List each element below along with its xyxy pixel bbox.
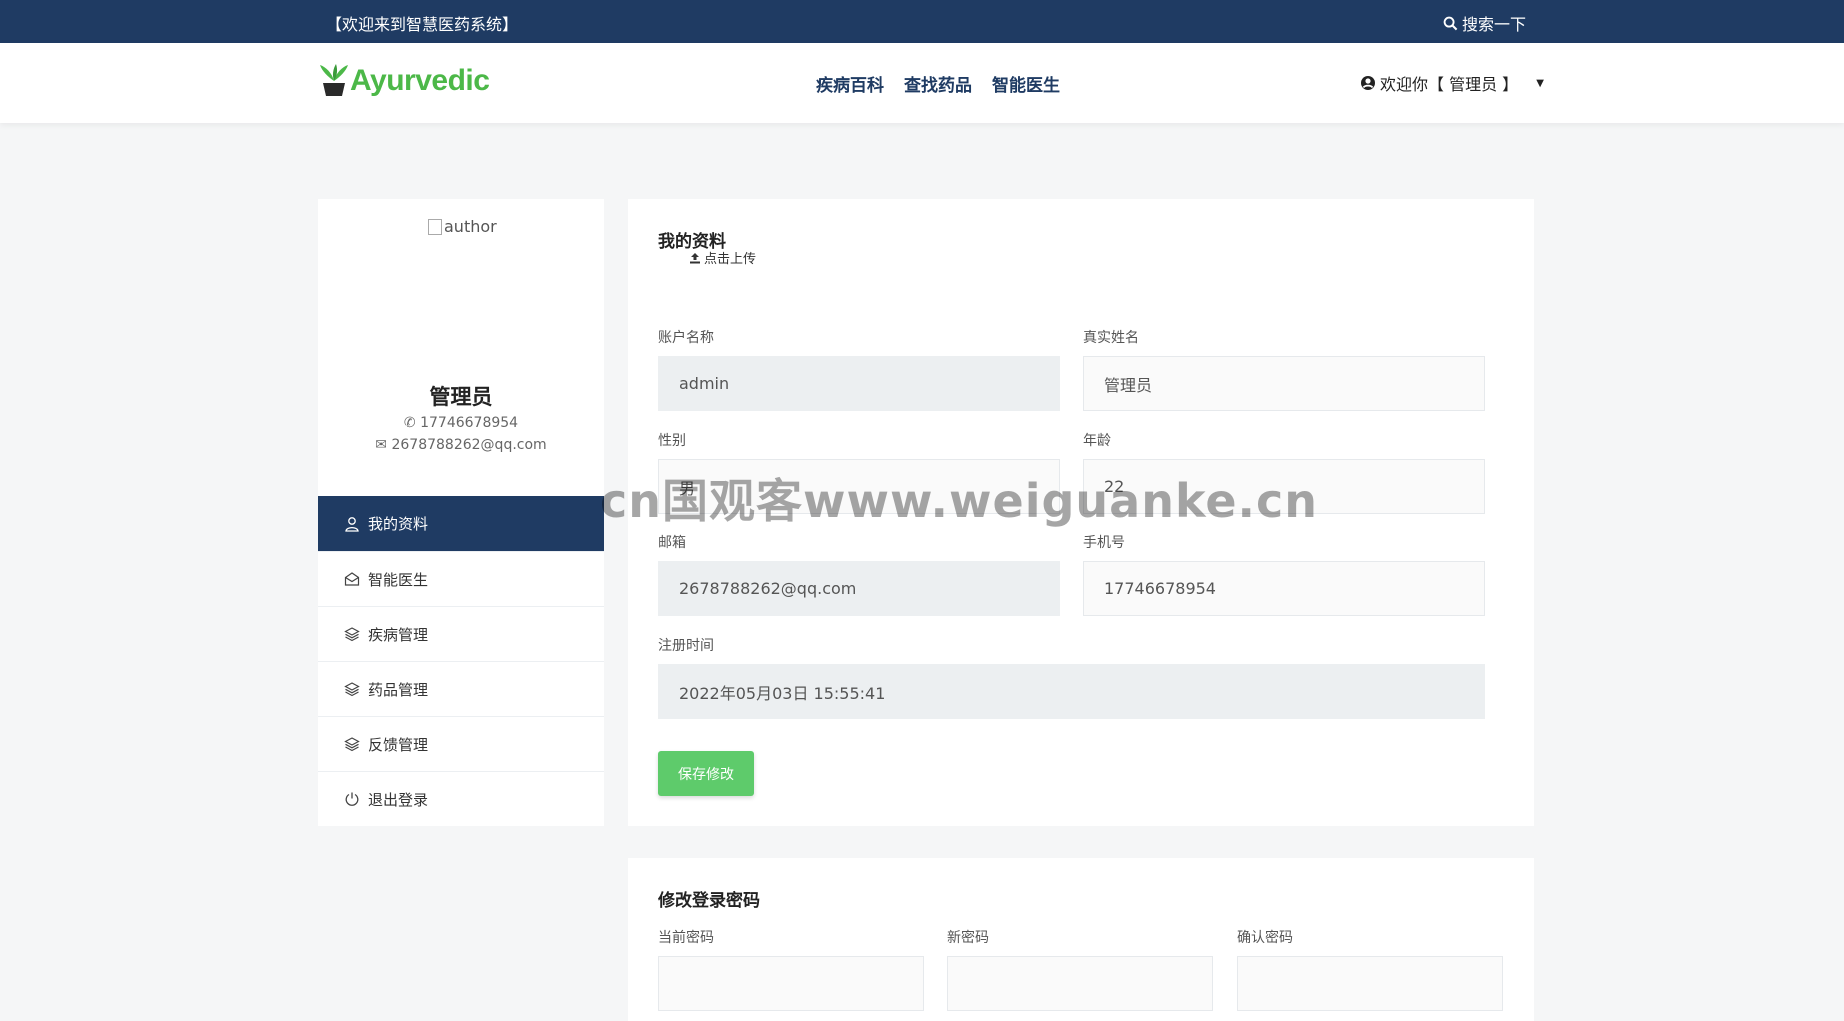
upload-icon [690, 252, 700, 263]
sidebar-item-drug-management[interactable]: 药品管理 [318, 661, 604, 716]
profile-summary: author 管理员 ✆ 17746678954 ✉ 2678788262@qq… [318, 199, 604, 496]
profile-phone-value: 17746678954 [420, 415, 519, 431]
profile-name: 管理员 [429, 385, 493, 409]
welcome-text: 【欢迎来到智慧医药系统】 [326, 15, 519, 34]
sidebar-item-label: 反馈管理 [368, 735, 429, 754]
top-bar: 【欢迎来到智慧医药系统】 搜索一下 [0, 0, 1844, 43]
sidebar: author 管理员 ✆ 17746678954 ✉ 2678788262@qq… [318, 199, 604, 826]
main-header: Ayurvedic 疾病百科 查找药品 智能医生 欢迎你【 管理员 】 ▼ [0, 43, 1844, 123]
upload-label: 点击上传 [704, 252, 757, 267]
sidebar-item-label: 我的资料 [368, 515, 429, 533]
user-circle-icon [1361, 76, 1375, 90]
main-nav: 疾病百科 查找药品 智能医生 [816, 71, 1060, 96]
phone-label: 手机号 [1083, 535, 1125, 551]
email-field: 2678788262@qq.com [658, 561, 1060, 616]
registered-label: 注册时间 [658, 638, 714, 654]
avatar-alt-text: author [444, 217, 497, 236]
search-icon [1443, 16, 1458, 30]
email-label: 邮箱 [658, 535, 686, 551]
confirm-password-field[interactable] [1237, 956, 1503, 1011]
sidebar-item-logout[interactable]: 退出登录 [318, 771, 604, 826]
new-password-label: 新密码 [947, 930, 989, 946]
broken-image-icon [428, 218, 442, 235]
logo[interactable]: Ayurvedic [318, 63, 490, 99]
sidebar-item-my-profile[interactable]: 我的资料 [318, 496, 604, 551]
gender-select[interactable]: 男 [658, 459, 1060, 514]
power-icon [345, 792, 359, 806]
sidebar-item-disease-management[interactable]: 疾病管理 [318, 606, 604, 661]
brand-name: Ayurvedic [350, 64, 490, 97]
age-label: 年龄 [1083, 433, 1111, 449]
save-button[interactable]: 保存修改 [658, 751, 754, 796]
registered-field: 2022年05月03日 15:55:41 [658, 664, 1485, 719]
new-password-field[interactable] [947, 956, 1213, 1011]
nav-disease-wiki[interactable]: 疾病百科 [816, 71, 884, 96]
sidebar-item-label: 退出登录 [368, 790, 429, 809]
realname-label: 真实姓名 [1083, 330, 1139, 346]
gender-label: 性别 [658, 433, 686, 449]
account-field: admin [658, 356, 1060, 411]
profile-form-card: 我的资料 点击上传 账户名称 admin 真实姓名 管理员 性别 男 年龄 22… [628, 199, 1534, 826]
profile-email-value: 2678788262@qq.com [391, 437, 547, 453]
profile-phone: ✆ 17746678954 [318, 415, 604, 431]
sidebar-item-label: 药品管理 [368, 680, 429, 699]
envelope-icon: ✉ [375, 437, 388, 453]
user-icon [345, 516, 359, 532]
account-label: 账户名称 [658, 330, 714, 346]
age-field[interactable]: 22 [1083, 459, 1485, 514]
phone-field[interactable]: 17746678954 [1083, 561, 1485, 616]
nav-find-drugs[interactable]: 查找药品 [904, 71, 972, 96]
sidebar-item-smart-doctor[interactable]: 智能医生 [318, 551, 604, 606]
phone-icon: ✆ [403, 415, 416, 431]
current-password-field[interactable] [658, 956, 924, 1011]
plant-pot-icon [320, 64, 348, 96]
search-link[interactable]: 搜索一下 [1443, 11, 1526, 35]
user-menu-label: 欢迎你【 管理员 】 [1380, 75, 1519, 94]
search-label: 搜索一下 [1461, 15, 1526, 34]
caret-down-icon: ▼ [1536, 77, 1544, 89]
avatar: author [428, 217, 497, 236]
user-menu-dropdown[interactable]: 欢迎你【 管理员 】 ▼ [1360, 71, 1544, 95]
sidebar-item-feedback-management[interactable]: 反馈管理 [318, 716, 604, 771]
layers-icon [344, 627, 360, 642]
current-password-label: 当前密码 [658, 930, 714, 946]
confirm-password-label: 确认密码 [1237, 930, 1293, 946]
realname-field[interactable]: 管理员 [1083, 356, 1485, 411]
upload-button[interactable]: 点击上传 [689, 248, 756, 267]
layers-icon [344, 682, 360, 697]
nav-smart-doctor[interactable]: 智能医生 [992, 71, 1060, 96]
sidebar-item-label: 智能医生 [368, 570, 429, 589]
password-form-title: 修改登录密码 [658, 891, 760, 911]
password-form-card: 修改登录密码 当前密码 新密码 确认密码 [628, 858, 1534, 1021]
envelope-open-icon [344, 572, 360, 586]
layers-icon [344, 737, 360, 752]
profile-email: ✉ 2678788262@qq.com [318, 437, 604, 453]
sidebar-item-label: 疾病管理 [368, 625, 429, 644]
